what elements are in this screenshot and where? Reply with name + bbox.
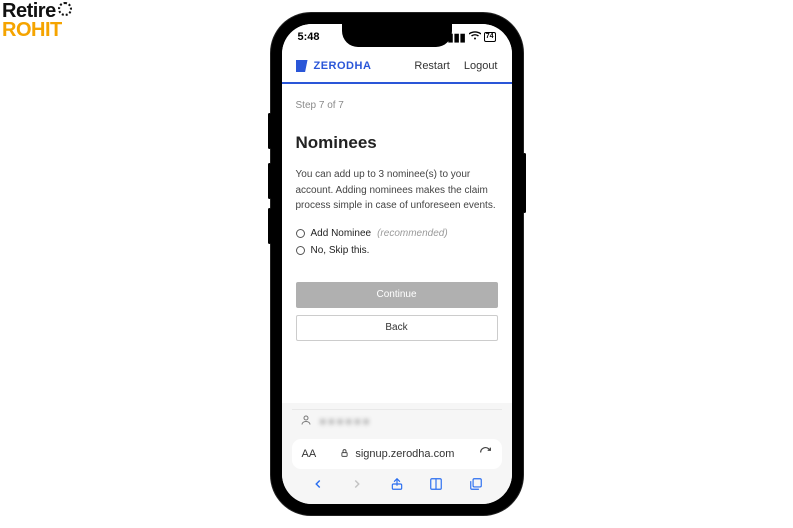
back-icon[interactable] — [308, 477, 328, 496]
browser-chrome: ■■■■■■ AA signup.zerodha.com — [282, 403, 512, 504]
wifi-icon — [469, 31, 481, 43]
person-icon — [300, 414, 312, 429]
step-indicator: Step 7 of 7 — [296, 100, 498, 111]
brand-text: ZERODHA — [314, 60, 372, 72]
radio-icon — [296, 229, 305, 238]
option-skip-label: No, Skip this. — [311, 245, 370, 256]
lock-icon — [340, 447, 349, 462]
option-skip[interactable]: No, Skip this. — [296, 245, 498, 256]
app-header: ZERODHA Restart Logout — [282, 50, 512, 84]
option-add-hint: (recommended) — [377, 228, 448, 239]
url-text: signup.zerodha.com — [355, 448, 454, 460]
logout-link[interactable]: Logout — [464, 60, 498, 72]
option-add-nominee[interactable]: Add Nominee (recommended) — [296, 228, 498, 239]
brand-logo[interactable]: ZERODHA — [296, 60, 372, 72]
user-name-redacted: ■■■■■■ — [320, 416, 372, 428]
continue-button[interactable]: Continue — [296, 282, 498, 308]
tabs-icon[interactable] — [466, 477, 486, 496]
option-add-label: Add Nominee — [311, 228, 372, 239]
page-description: You can add up to 3 nominee(s) to your a… — [296, 167, 498, 214]
back-button[interactable]: Back — [296, 315, 498, 341]
url-bar[interactable]: AA signup.zerodha.com — [292, 439, 502, 469]
battery-icon: 74 — [484, 32, 496, 42]
page-watermark-logo: Retire ROHIT — [2, 2, 72, 40]
browser-tabbar — [292, 469, 502, 496]
sun-icon — [58, 2, 72, 16]
brand-icon — [296, 60, 308, 72]
forward-icon — [347, 477, 367, 496]
status-time: 5:48 — [298, 31, 320, 43]
bookmarks-icon[interactable] — [426, 477, 446, 496]
radio-icon — [296, 246, 305, 255]
logo-line2: ROHIT — [2, 19, 62, 41]
phone-screen: 5:48 ▮▮▮ 74 ZERODHA Restart Logout Step … — [282, 24, 512, 504]
font-size-toggle[interactable]: AA — [302, 448, 317, 460]
reload-icon[interactable] — [479, 446, 492, 462]
user-row[interactable]: ■■■■■■ — [292, 409, 502, 433]
page-title: Nominees — [296, 133, 498, 153]
share-icon[interactable] — [387, 477, 407, 496]
restart-link[interactable]: Restart — [414, 60, 449, 72]
form-content: Step 7 of 7 Nominees You can add up to 3… — [282, 84, 512, 403]
phone-notch — [342, 24, 452, 47]
phone-frame: 5:48 ▮▮▮ 74 ZERODHA Restart Logout Step … — [271, 13, 523, 515]
